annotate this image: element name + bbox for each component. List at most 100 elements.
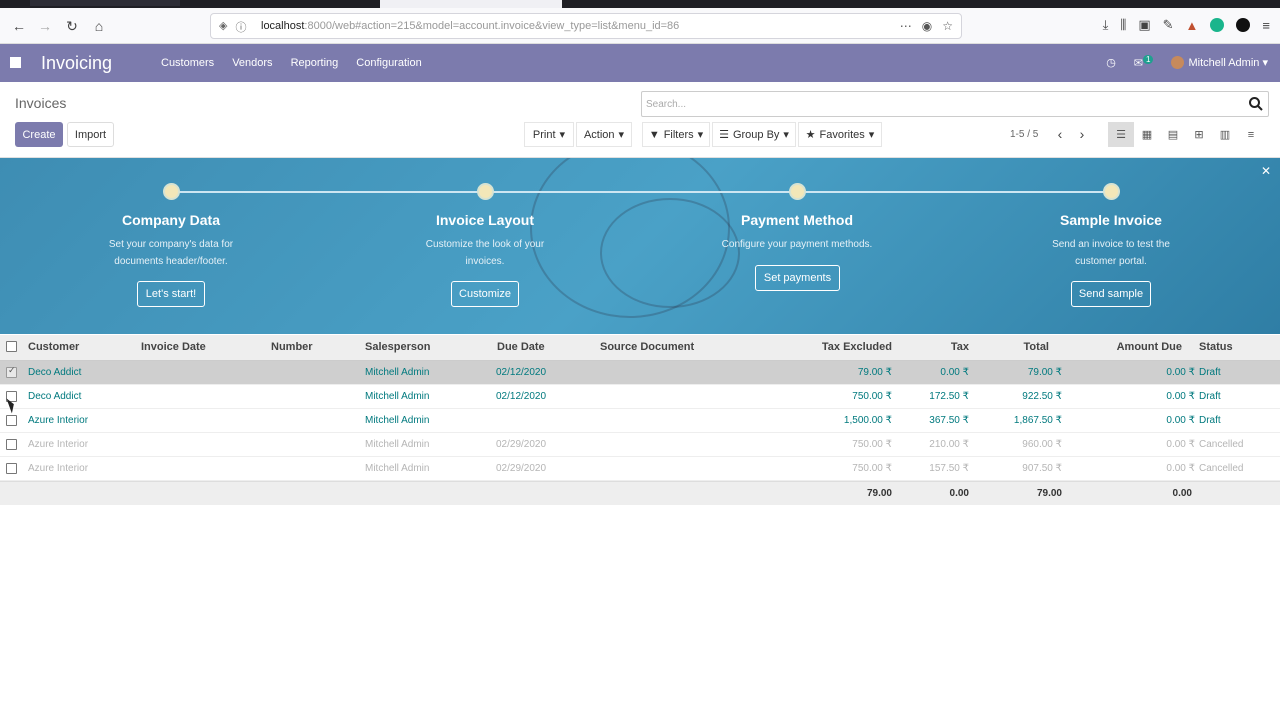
list-view-icon[interactable]: ☰: [1108, 122, 1134, 147]
column-due-date[interactable]: Due Date: [497, 341, 545, 353]
cell-tax-excluded: 750.00 ₹: [852, 391, 892, 402]
cell-customer: Azure Interior: [28, 463, 89, 474]
step-title: Company Data: [121, 212, 221, 228]
sidebar-icon[interactable]: ▣: [1138, 17, 1150, 33]
group-by-icon: ☰: [719, 129, 729, 141]
bookmark-star-icon[interactable]: ☆: [942, 19, 953, 33]
user-menu[interactable]: Mitchell Admin ▾: [1171, 56, 1268, 70]
lets-start-button[interactable]: Let's start!: [137, 281, 205, 307]
step-dot: [477, 183, 494, 200]
info-icon[interactable]: ⓘ: [235, 19, 246, 35]
column-number[interactable]: Number: [271, 341, 313, 353]
group-by-label: Group By: [732, 128, 780, 141]
column-source-document[interactable]: Source Document: [600, 341, 694, 353]
pager-previous-icon[interactable]: ‹: [1052, 126, 1068, 142]
create-button[interactable]: Create: [15, 122, 63, 147]
shield-icon[interactable]: ◈: [219, 19, 227, 35]
search-icon[interactable]: [1248, 96, 1264, 112]
menu-configuration[interactable]: Configuration: [356, 57, 421, 69]
kanban-view-icon[interactable]: ▦: [1134, 122, 1160, 147]
cell-status: Draft: [1199, 415, 1221, 426]
step-title: Payment Method: [740, 212, 853, 228]
browser-tab-active[interactable]: [380, 0, 562, 8]
favorites-label: Favorites: [819, 128, 865, 141]
activity-clock-icon[interactable]: ◷: [1106, 56, 1116, 69]
row-checkbox[interactable]: [6, 415, 17, 426]
download-icon[interactable]: ⤓: [1103, 17, 1109, 33]
messages-icon[interactable]: ✉ 1: [1134, 55, 1154, 70]
menu-reporting[interactable]: Reporting: [291, 57, 339, 69]
browser-tab[interactable]: [30, 0, 180, 6]
avatar: [1171, 56, 1185, 70]
caret-down-icon: ▾: [1262, 56, 1268, 69]
filter-icon: ▼: [648, 128, 660, 141]
row-checkbox[interactable]: [6, 463, 17, 474]
pager-value[interactable]: 1-5 / 5: [1010, 129, 1038, 140]
set-payments-button[interactable]: Set payments: [755, 265, 840, 291]
cell-total: 79.00 ₹: [1027, 367, 1062, 378]
filters-dropdown[interactable]: ▼ Filters ▾: [642, 122, 710, 147]
reload-icon[interactable]: ↻: [63, 17, 81, 35]
pager-next-icon[interactable]: ›: [1074, 126, 1090, 142]
column-invoice-date[interactable]: Invoice Date: [141, 341, 206, 353]
table-row[interactable]: Azure Interior Mitchell Admin 02/29/2020…: [0, 457, 1280, 481]
close-icon[interactable]: ✕: [1261, 164, 1271, 178]
table-row[interactable]: Azure Interior Mitchell Admin 1,500.00 ₹…: [0, 409, 1280, 433]
column-status[interactable]: Status: [1199, 341, 1233, 353]
pivot-view-icon[interactable]: ⊞: [1186, 122, 1212, 147]
control-panel: Invoices Create Import Print▾ Action▾ ▼F…: [0, 82, 1280, 158]
total-tax: 0.00: [949, 488, 969, 499]
extension-icon[interactable]: ▲: [1186, 18, 1199, 33]
column-total[interactable]: Total: [980, 341, 1049, 353]
menu-vendors[interactable]: Vendors: [232, 57, 272, 69]
cell-status: Cancelled: [1199, 439, 1244, 450]
more-icon[interactable]: ⋯: [900, 19, 912, 33]
table-row[interactable]: Deco Addict Mitchell Admin 02/12/2020 75…: [0, 385, 1280, 409]
address-bar[interactable]: ◈ ⓘ localhost:8000/web#action=215&model=…: [210, 13, 962, 39]
extension-icon[interactable]: [1210, 18, 1225, 32]
print-dropdown[interactable]: Print ▾: [524, 122, 574, 147]
column-customer[interactable]: Customer: [28, 341, 79, 353]
group-by-dropdown[interactable]: ☰ Group By ▾: [712, 122, 796, 147]
menu-icon[interactable]: ≡: [1262, 18, 1270, 33]
action-dropdown[interactable]: Action ▾: [576, 122, 632, 147]
send-sample-button[interactable]: Send sample: [1071, 281, 1151, 307]
forward-icon[interactable]: →: [36, 17, 54, 35]
graph-view-icon[interactable]: ▥: [1212, 122, 1238, 147]
column-salesperson[interactable]: Salesperson: [365, 341, 430, 353]
back-icon[interactable]: ←: [10, 17, 28, 35]
filters-label: Filters: [663, 128, 694, 141]
column-amount-due[interactable]: Amount Due: [1080, 341, 1182, 353]
table-row[interactable]: Azure Interior Mitchell Admin 02/29/2020…: [0, 433, 1280, 457]
pocket-icon[interactable]: ◉: [922, 19, 932, 33]
column-tax[interactable]: Tax: [900, 341, 969, 353]
step-dot: [1103, 183, 1120, 200]
activity-view-icon[interactable]: ≡: [1238, 122, 1264, 147]
cell-customer: Azure Interior: [28, 439, 89, 450]
row-checkbox[interactable]: [6, 439, 17, 450]
table-row[interactable]: Deco Addict Mitchell Admin 02/12/2020 79…: [0, 361, 1280, 385]
menu-customers[interactable]: Customers: [161, 57, 214, 69]
apps-grid-icon[interactable]: [10, 57, 21, 68]
search-input[interactable]: [646, 96, 1236, 112]
select-all-checkbox[interactable]: [6, 341, 17, 352]
home-icon[interactable]: ⌂: [90, 17, 108, 35]
column-tax-excluded[interactable]: Tax Excluded: [792, 341, 892, 353]
extension-icon[interactable]: [1236, 18, 1251, 32]
cell-amount-due: 0.00 ₹: [1166, 439, 1195, 450]
calendar-view-icon[interactable]: ▤: [1160, 122, 1186, 147]
onboarding-banner: ✕ Company Data Set your company's data f…: [0, 158, 1280, 334]
cell-tax: 210.00 ₹: [929, 439, 969, 450]
favorites-dropdown[interactable]: ★ Favorites ▾: [798, 122, 882, 147]
import-button[interactable]: Import: [67, 122, 114, 147]
cell-total: 960.00 ₹: [1022, 439, 1062, 450]
cell-tax-excluded: 750.00 ₹: [852, 439, 892, 450]
url-text[interactable]: localhost:8000/web#action=215&model=acco…: [261, 20, 679, 32]
extension-icon[interactable]: ✎: [1163, 17, 1174, 33]
app-name[interactable]: Invoicing: [41, 53, 112, 74]
row-checkbox[interactable]: [6, 365, 17, 378]
library-icon[interactable]: ⫼: [1120, 17, 1126, 33]
customize-button[interactable]: Customize: [451, 281, 519, 307]
browser-toolbar: ← → ↻ ⌂ ◈ ⓘ localhost:8000/web#action=21…: [0, 8, 1280, 44]
cell-tax-excluded: 79.00 ₹: [857, 367, 892, 378]
